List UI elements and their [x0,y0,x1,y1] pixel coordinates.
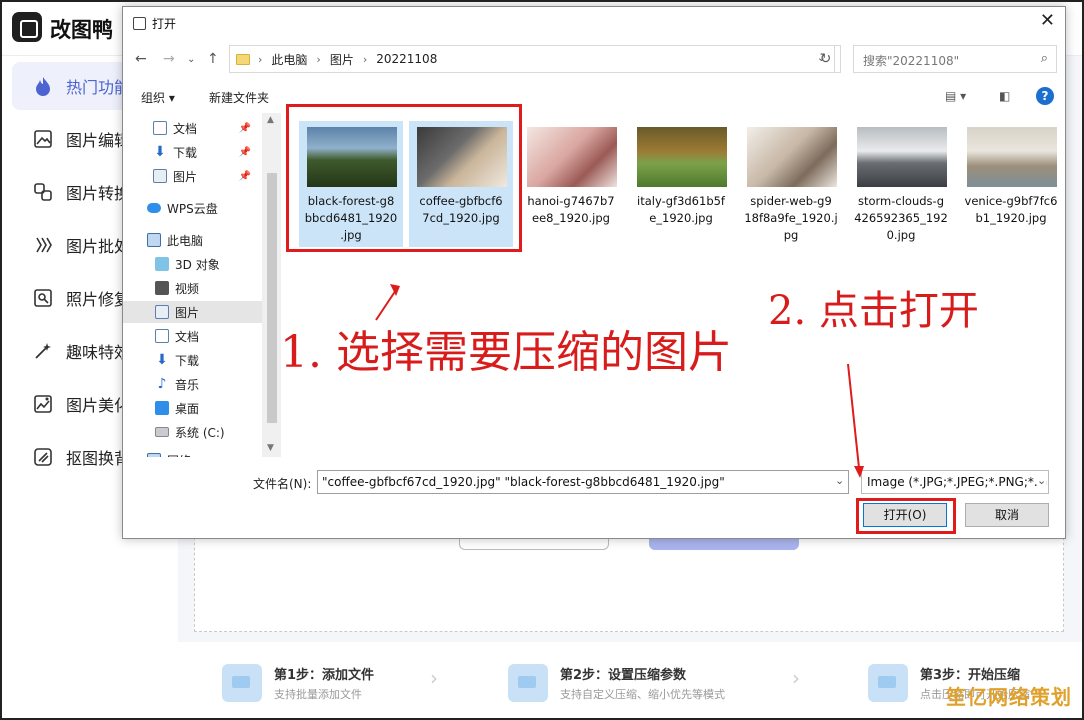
arrowhead [390,284,400,296]
annotation-step-2: 2. 点击打开 [768,288,979,334]
screenshot-frame: 改图鸭 热门功能 图片编辑 图片转换 图片批处理 照片修复 趣味特效 图片美化 … [0,0,1084,720]
arrow-to-open [847,363,860,469]
arrowhead [854,466,864,478]
annotation-step-1: 1. 选择需要压缩的图片 [280,327,732,378]
